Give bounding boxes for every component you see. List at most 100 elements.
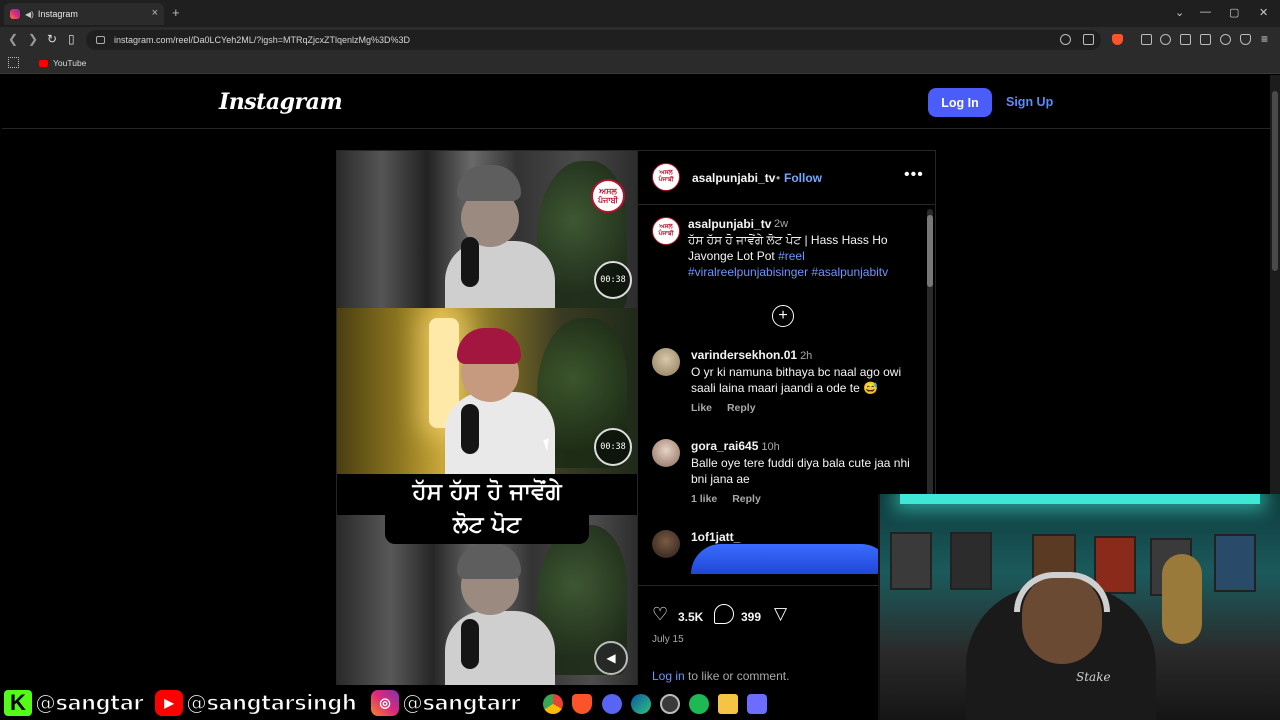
like-count: 3.5K: [678, 610, 704, 624]
person-turban: [457, 543, 521, 579]
timer-badge: 00:38: [594, 428, 632, 466]
separator-dot: •: [776, 171, 781, 185]
browser-tab-bar: ◀) Instagram × + ⌄ — ▢ ✕: [0, 0, 1280, 27]
comment-icon[interactable]: [714, 604, 734, 624]
sidebar-icon[interactable]: [1180, 34, 1191, 45]
instagram-favicon-icon: [10, 9, 20, 19]
comment-time: 10h: [761, 441, 780, 453]
post-date: July 15: [652, 634, 684, 645]
spotify-taskbar-icon[interactable]: [689, 694, 709, 714]
wallet-icon[interactable]: [1200, 34, 1211, 45]
cast-icon[interactable]: [1083, 34, 1094, 45]
new-tab-icon[interactable]: +: [172, 5, 180, 20]
kick-logo-icon: K: [4, 690, 32, 716]
minimize-icon[interactable]: —: [1200, 6, 1211, 18]
share-icon[interactable]: ▽: [774, 604, 787, 624]
load-more-comments-icon[interactable]: +: [772, 305, 794, 327]
figure-statue: [1162, 554, 1202, 644]
wall-poster: [890, 532, 932, 590]
led-strip: [900, 494, 1260, 504]
kick-handle-text: @sangtar: [34, 690, 144, 715]
file-explorer-taskbar-icon[interactable]: [718, 694, 738, 714]
comments-scrollbar-thumb[interactable]: [927, 215, 933, 287]
wall-poster: [1214, 534, 1256, 592]
apps-grid-icon[interactable]: [8, 57, 19, 68]
person-turban: [457, 165, 521, 201]
comment-username[interactable]: gora_rai645 10h: [691, 439, 780, 453]
youtube-handle-text: @sangtarsingh: [185, 690, 357, 715]
hashtag-link[interactable]: #viralreelpunjabisinger: [688, 265, 808, 279]
comment-reply-button[interactable]: Reply: [727, 402, 756, 414]
comment-like-button[interactable]: 1 like: [691, 493, 717, 505]
author-username[interactable]: asalpunjabi_tv: [692, 171, 775, 185]
page-scrollbar-thumb[interactable]: [1272, 91, 1278, 271]
instagram-handle-text: @sangtarr: [401, 690, 521, 715]
reel-video[interactable]: ਅਸਲ ਪੰਜਾਬੀ 00:38 00:38 ਹੱਸ ਹੱਸ ਹੋ ਜਾਵੋਂਗ…: [337, 151, 637, 685]
video-frame-1: ਅਸਲ ਪੰਜਾਬੀ 00:38: [337, 151, 637, 308]
comment-item: varindersekhon.01 2h O yr ki namuna bitha…: [652, 348, 922, 418]
edge-taskbar-icon[interactable]: [631, 694, 651, 714]
media-icon[interactable]: [1160, 34, 1171, 45]
comment-like-button[interactable]: Like: [691, 402, 712, 414]
instagram-logo[interactable]: Instagram: [219, 89, 343, 115]
timer-badge: 00:38: [594, 261, 632, 299]
heart-icon[interactable]: ♡: [652, 604, 668, 625]
commenter-avatar[interactable]: [652, 530, 680, 558]
app-taskbar-icon[interactable]: [747, 694, 767, 714]
zoom-icon[interactable]: [1060, 34, 1071, 45]
instagram-logo-icon: ◎: [371, 690, 399, 716]
tab-search-chevron-icon[interactable]: ⌄: [1175, 6, 1184, 19]
comment-username[interactable]: varindersekhon.01 2h: [691, 348, 812, 362]
bookmark-icon[interactable]: ▯: [68, 32, 75, 46]
commenter-avatar[interactable]: [652, 439, 680, 467]
vpn-shield-icon[interactable]: [1240, 34, 1251, 45]
tab-close-icon[interactable]: ×: [152, 7, 158, 19]
caption-text: ਹੱਸ ਹੱਸ ਹੋ ਜਾਵੋਂਗੇ ਲੋਟ ਪੋਟ | Hass Hass H…: [688, 232, 922, 280]
comment-reply-button[interactable]: Reply: [732, 493, 761, 505]
wall-poster: [950, 532, 992, 590]
discord-taskbar-icon[interactable]: [602, 694, 622, 714]
hashtag-link[interactable]: #reel: [778, 249, 805, 263]
comment-time: 2h: [800, 350, 813, 362]
forward-icon[interactable]: ❯: [28, 32, 38, 46]
close-window-icon[interactable]: ✕: [1259, 6, 1268, 19]
brave-shields-icon[interactable]: [1112, 34, 1123, 45]
video-caption-line1: ਹੱਸ ਹੱਸ ਹੋ ਜਾਵੋਂਗੇ: [412, 479, 562, 505]
speaker-icon[interactable]: ◀): [25, 10, 34, 19]
login-button[interactable]: Log In: [928, 88, 992, 117]
comment-actions: Like Reply: [691, 402, 768, 414]
back-icon[interactable]: ❮: [8, 32, 18, 46]
signup-link[interactable]: Sign Up: [1006, 95, 1053, 109]
follow-button[interactable]: Follow: [784, 171, 822, 185]
comment-username[interactable]: 1of1jatt_: [691, 530, 740, 544]
menu-icon[interactable]: ≡: [1261, 32, 1268, 46]
shirt-logo: Stake: [1076, 670, 1111, 684]
microphone: [461, 404, 479, 454]
volume-icon[interactable]: ◀: [594, 641, 628, 675]
caption-username[interactable]: asalpunjabi_tv: [688, 217, 771, 231]
browser-tab-instagram[interactable]: ◀) Instagram ×: [4, 3, 164, 25]
caption-avatar[interactable]: ਅਸਲ ਪੰਜਾਬੀ: [652, 217, 680, 245]
hashtag-link[interactable]: #asalpunjabitv: [811, 265, 888, 279]
comment-actions: 1 like Reply: [691, 493, 773, 505]
brand-badge: ਅਸਲ ਪੰਜਾਬੀ: [591, 179, 625, 213]
url-bar[interactable]: instagram.com/reel/Da0LCYeh2ML/?igsh=MTR…: [86, 30, 1101, 50]
reel-card: ਅਸਲ ਪੰਜਾਬੀ 00:38 00:38 ਹੱਸ ਹੱਸ ਹੋ ਜਾਵੋਂਗ…: [336, 150, 936, 685]
comment-image[interactable]: [691, 544, 891, 574]
site-info-icon[interactable]: [96, 36, 105, 44]
reload-icon[interactable]: ↻: [47, 32, 57, 46]
brave-taskbar-icon[interactable]: [572, 694, 592, 714]
person-turban: [457, 328, 521, 364]
extensions-icon[interactable]: [1141, 34, 1152, 45]
author-avatar[interactable]: ਅਸਲ ਪੰਜਾਬੀ: [652, 163, 680, 191]
leo-ai-icon[interactable]: [1220, 34, 1231, 45]
microphone: [461, 237, 479, 287]
bookmark-youtube[interactable]: YouTube: [39, 58, 86, 68]
chrome-taskbar-icon[interactable]: [543, 694, 563, 714]
maximize-icon[interactable]: ▢: [1229, 6, 1239, 19]
more-options-icon[interactable]: •••: [904, 166, 924, 184]
login-link[interactable]: Log in: [652, 669, 685, 683]
commenter-avatar[interactable]: [652, 348, 680, 376]
webcam-overlay: Stake: [878, 494, 1280, 720]
obs-taskbar-icon[interactable]: [660, 694, 680, 714]
